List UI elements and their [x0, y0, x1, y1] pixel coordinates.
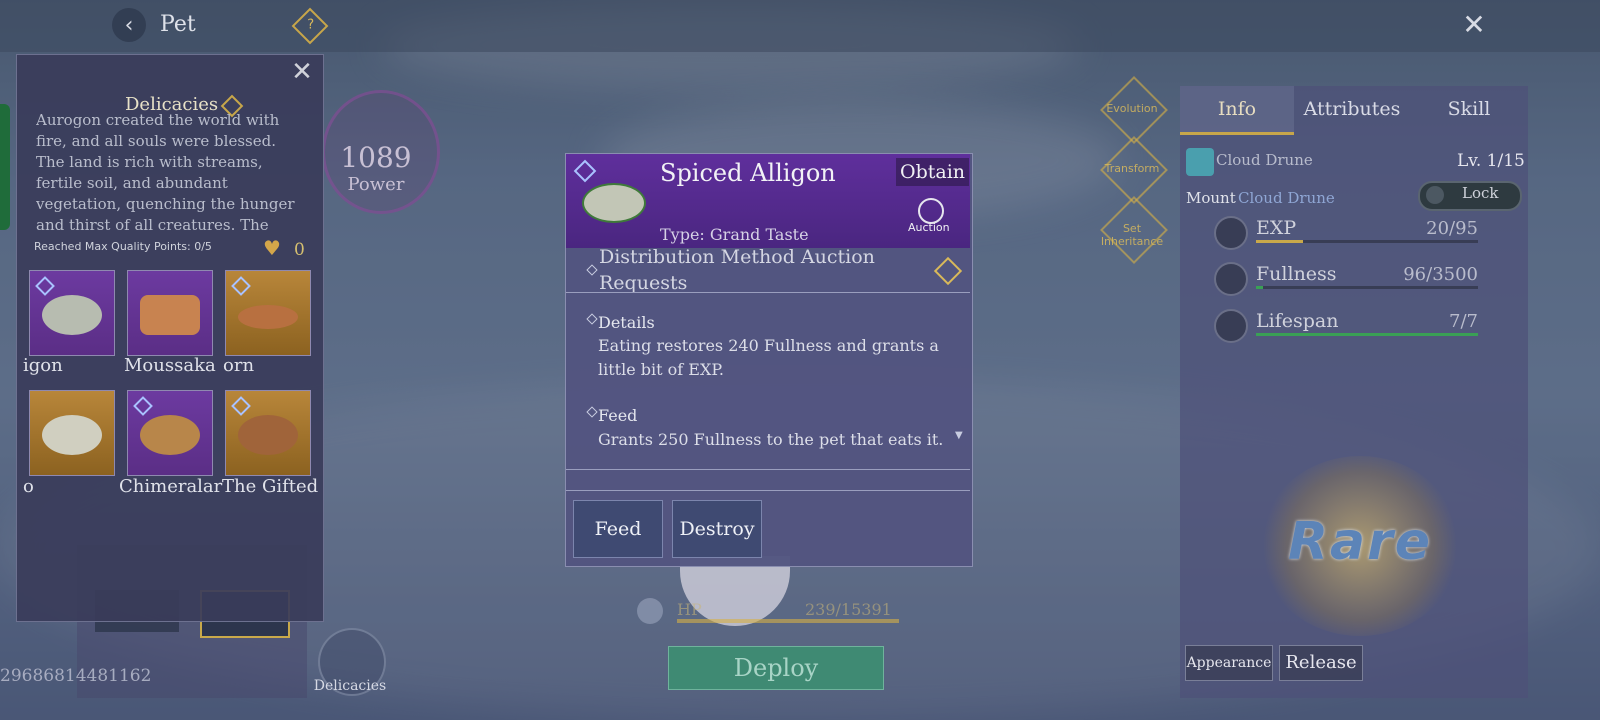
gem-icon	[231, 396, 251, 416]
gem-icon	[35, 276, 55, 296]
tab-skill[interactable]: Skill	[1410, 86, 1528, 132]
evolution-label: Evolution	[1106, 102, 1158, 115]
pet-element-icon	[1186, 148, 1214, 176]
top-bar	[0, 0, 1600, 52]
distribution-method: Distribution Method Auction Requests	[599, 246, 875, 294]
exp-icon	[1214, 216, 1248, 250]
food-item[interactable]	[225, 390, 311, 476]
stat-exp-name: EXP	[1256, 217, 1297, 239]
food-icon	[140, 295, 200, 335]
stat-lifespan-value: 7/7	[1449, 311, 1478, 332]
stat-exp-fill	[1256, 240, 1303, 243]
release-button[interactable]: Release	[1279, 645, 1363, 681]
chevron-left-icon: ‹	[124, 12, 134, 38]
feed-text: Grants 250 Fullness to the pet that eats…	[598, 430, 944, 449]
food-name: Chimeralar	[119, 476, 223, 497]
tab-attributes[interactable]: Attributes	[1294, 86, 1410, 132]
appearance-button[interactable]: Appearance	[1185, 645, 1273, 681]
back-button[interactable]: ‹	[112, 8, 146, 42]
scroll-down-icon[interactable]: ▼	[955, 430, 963, 441]
lock-toggle-knob	[1426, 186, 1444, 204]
quality-count: 0	[294, 240, 305, 260]
obtain-button[interactable]: Obtain	[896, 158, 970, 186]
item-icon	[582, 183, 646, 223]
delicacies-button-label: Delicacies	[313, 678, 387, 694]
stat-fullness-value: 96/3500	[1403, 264, 1478, 285]
divider	[566, 469, 970, 470]
details-title: Details	[598, 313, 655, 332]
auction-label: Auction	[908, 221, 950, 234]
power-value: 1089	[340, 141, 412, 174]
stat-fullness-fill	[1256, 286, 1263, 289]
destroy-button[interactable]: Destroy	[672, 500, 762, 558]
mount-label: Mount	[1186, 189, 1236, 207]
close-icon[interactable]: ✕	[1457, 8, 1491, 42]
question-icon: ?	[307, 17, 315, 33]
stat-fullness-track	[1256, 286, 1478, 289]
gem-icon	[133, 396, 153, 416]
details-text: Eating restores 240 Fullness and grants …	[598, 336, 939, 379]
food-item[interactable]	[127, 270, 213, 356]
feed-title: Feed	[598, 406, 638, 425]
delicacies-description: Aurogon created the world with fire, and…	[36, 111, 295, 230]
stat-lifespan-fill	[1256, 333, 1478, 336]
food-icon	[140, 415, 200, 455]
tab-info[interactable]: Info	[1180, 86, 1294, 135]
food-name: orn	[223, 355, 255, 376]
transform-label: Transform	[1104, 162, 1160, 175]
fullness-icon	[1214, 262, 1248, 296]
food-name: igon	[23, 355, 63, 376]
inheritance-label: Set Inheritance	[1100, 222, 1164, 248]
hp-icon	[637, 598, 663, 624]
food-name: Moussaka	[124, 355, 216, 376]
side-tab[interactable]	[0, 104, 10, 230]
divider	[566, 292, 970, 293]
close-icon[interactable]: ✕	[288, 58, 316, 86]
food-name: The Gifted	[222, 476, 319, 497]
stat-exp-track	[1256, 240, 1478, 243]
gem-icon	[231, 276, 251, 296]
hp-value: 239/15391	[805, 600, 892, 619]
heart-icon	[1214, 309, 1248, 343]
item-type: Type: Grand Taste	[660, 225, 809, 244]
pet-level: Lv. 1/15	[1457, 151, 1525, 171]
food-item[interactable]	[127, 390, 213, 476]
quality-points-text: Reached Max Quality Points: 0/5	[34, 240, 212, 253]
item-name: Spiced Alligon	[660, 159, 836, 187]
hp-label: HP	[677, 600, 702, 619]
mount-name: Cloud Drune	[1238, 189, 1335, 207]
food-item[interactable]	[29, 270, 115, 356]
feed-button[interactable]: Feed	[573, 500, 663, 558]
power-label: Power	[347, 174, 405, 195]
stat-lifespan-track	[1256, 333, 1478, 336]
food-item[interactable]	[225, 270, 311, 356]
food-icon	[42, 415, 102, 455]
lock-label: Lock	[1462, 184, 1499, 202]
pet-name: Cloud Drune	[1216, 151, 1313, 169]
food-icon	[42, 295, 102, 335]
stat-exp-value: 20/95	[1426, 218, 1478, 239]
rarity-label: Rare	[1287, 512, 1433, 572]
divider	[566, 490, 970, 491]
food-item[interactable]	[29, 390, 115, 476]
food-icon	[238, 305, 298, 329]
food-icon	[238, 415, 298, 455]
deploy-button[interactable]: Deploy	[668, 646, 884, 690]
stat-fullness-name: Fullness	[1256, 263, 1337, 285]
stat-lifespan-name: Lifespan	[1256, 310, 1339, 332]
heart-icon: ♥	[263, 236, 281, 260]
food-name: o	[23, 476, 34, 497]
page-title: Pet	[160, 12, 196, 37]
pet-id: 29686814481162	[0, 666, 152, 686]
hp-bar	[677, 619, 899, 623]
